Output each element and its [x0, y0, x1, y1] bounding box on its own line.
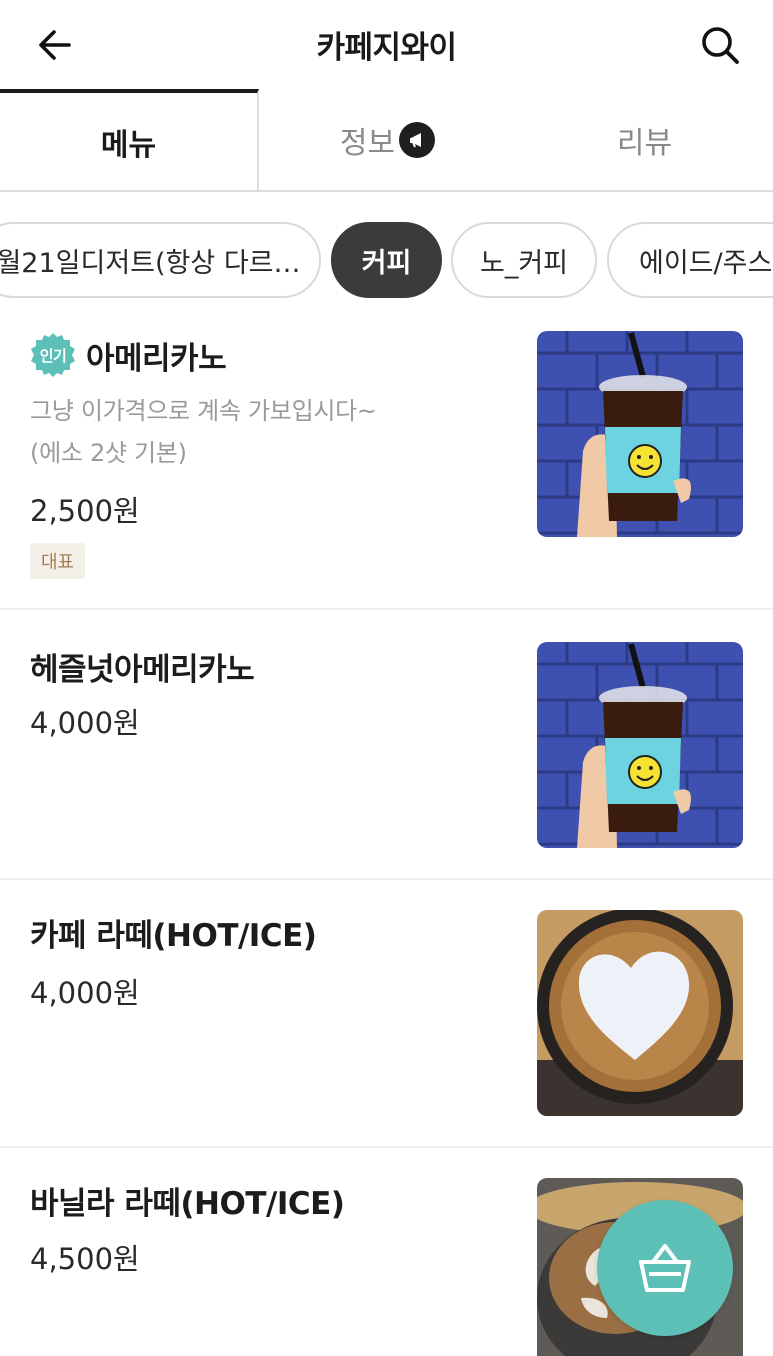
tab-info[interactable]: 정보	[259, 89, 516, 190]
menu-item-title: 인기 아메리카노	[30, 332, 227, 378]
menu-item-price: 4,000원	[30, 976, 140, 1010]
category-chips: 월21일디저트(항상 다르… 커피 노_커피 에이드/주스	[0, 222, 773, 298]
popular-badge-label: 인기	[39, 346, 67, 365]
search-button[interactable]	[695, 20, 745, 70]
iced-coffee-photo	[537, 642, 743, 848]
menu-item-desc-line: 그냥 이가격으로 계속 가보입시다~	[30, 397, 377, 425]
menu-item-price: 4,500원	[30, 1242, 140, 1276]
tab-menu[interactable]: 메뉴	[0, 89, 259, 190]
menu-item-name: 헤즐넛아메리카노	[30, 652, 255, 688]
chip-ade-juice[interactable]: 에이드/주스	[607, 222, 773, 298]
chip-no-coffee-label: 노_커피	[479, 247, 569, 279]
page-title: 카페지와이	[316, 30, 457, 66]
menu-item-desc-line: (에소 2샷 기본)	[30, 439, 187, 467]
chip-no-coffee[interactable]: 노_커피	[451, 222, 597, 298]
menu-item-cafe-latte[interactable]: 카페 라떼(HOT/ICE) 4,000원	[0, 880, 773, 1148]
menu-item-name: 바닐라 라떼(HOT/ICE)	[30, 1186, 345, 1222]
megaphone-icon	[399, 121, 436, 158]
tab-info-label: 정보	[339, 125, 396, 161]
menu-item-image	[537, 642, 743, 848]
representative-tag: 대표	[30, 543, 86, 579]
iced-coffee-photo	[537, 331, 743, 537]
chip-dessert[interactable]: 월21일디저트(항상 다르…	[0, 222, 321, 298]
menu-item-price: 2,500원	[30, 494, 140, 528]
app-root: 카페지와이 메뉴 정보 리뷰 월21일디저트(항상 다르… 커피 노_커피 에이…	[0, 0, 773, 1356]
top-bar: 카페지와이	[0, 0, 773, 90]
popular-badge-icon: 인기	[30, 332, 76, 378]
basket-icon	[639, 1244, 691, 1292]
menu-item-hazelnut-americano[interactable]: 헤즐넛아메리카노 4,000원	[0, 610, 773, 880]
menu-item-name: 카페 라떼(HOT/ICE)	[30, 918, 317, 954]
store-tabs: 메뉴 정보 리뷰	[0, 89, 773, 192]
cart-button[interactable]	[597, 1200, 733, 1336]
menu-item-americano[interactable]: 인기 아메리카노 그냥 이가격으로 계속 가보입시다~ (에소 2샷 기본) 2…	[0, 300, 773, 610]
tab-menu-label: 메뉴	[100, 127, 157, 163]
menu-item-image	[537, 910, 743, 1116]
tab-review[interactable]: 리뷰	[516, 89, 773, 190]
menu-item-description: 그냥 이가격으로 계속 가보입시다~ (에소 2샷 기본)	[30, 390, 377, 474]
chip-coffee-label: 커피	[361, 247, 412, 279]
chip-coffee[interactable]: 커피	[331, 222, 442, 298]
chip-dessert-label: 월21일디저트(항상 다르…	[0, 247, 301, 279]
search-icon	[702, 27, 739, 64]
menu-item-price: 4,000원	[30, 706, 140, 740]
menu-item-image	[537, 331, 743, 537]
chip-ade-juice-label: 에이드/주스	[639, 247, 773, 279]
menu-item-name: 아메리카노	[86, 340, 227, 377]
latte-art-photo	[537, 910, 743, 1116]
tab-review-label: 리뷰	[616, 125, 673, 161]
